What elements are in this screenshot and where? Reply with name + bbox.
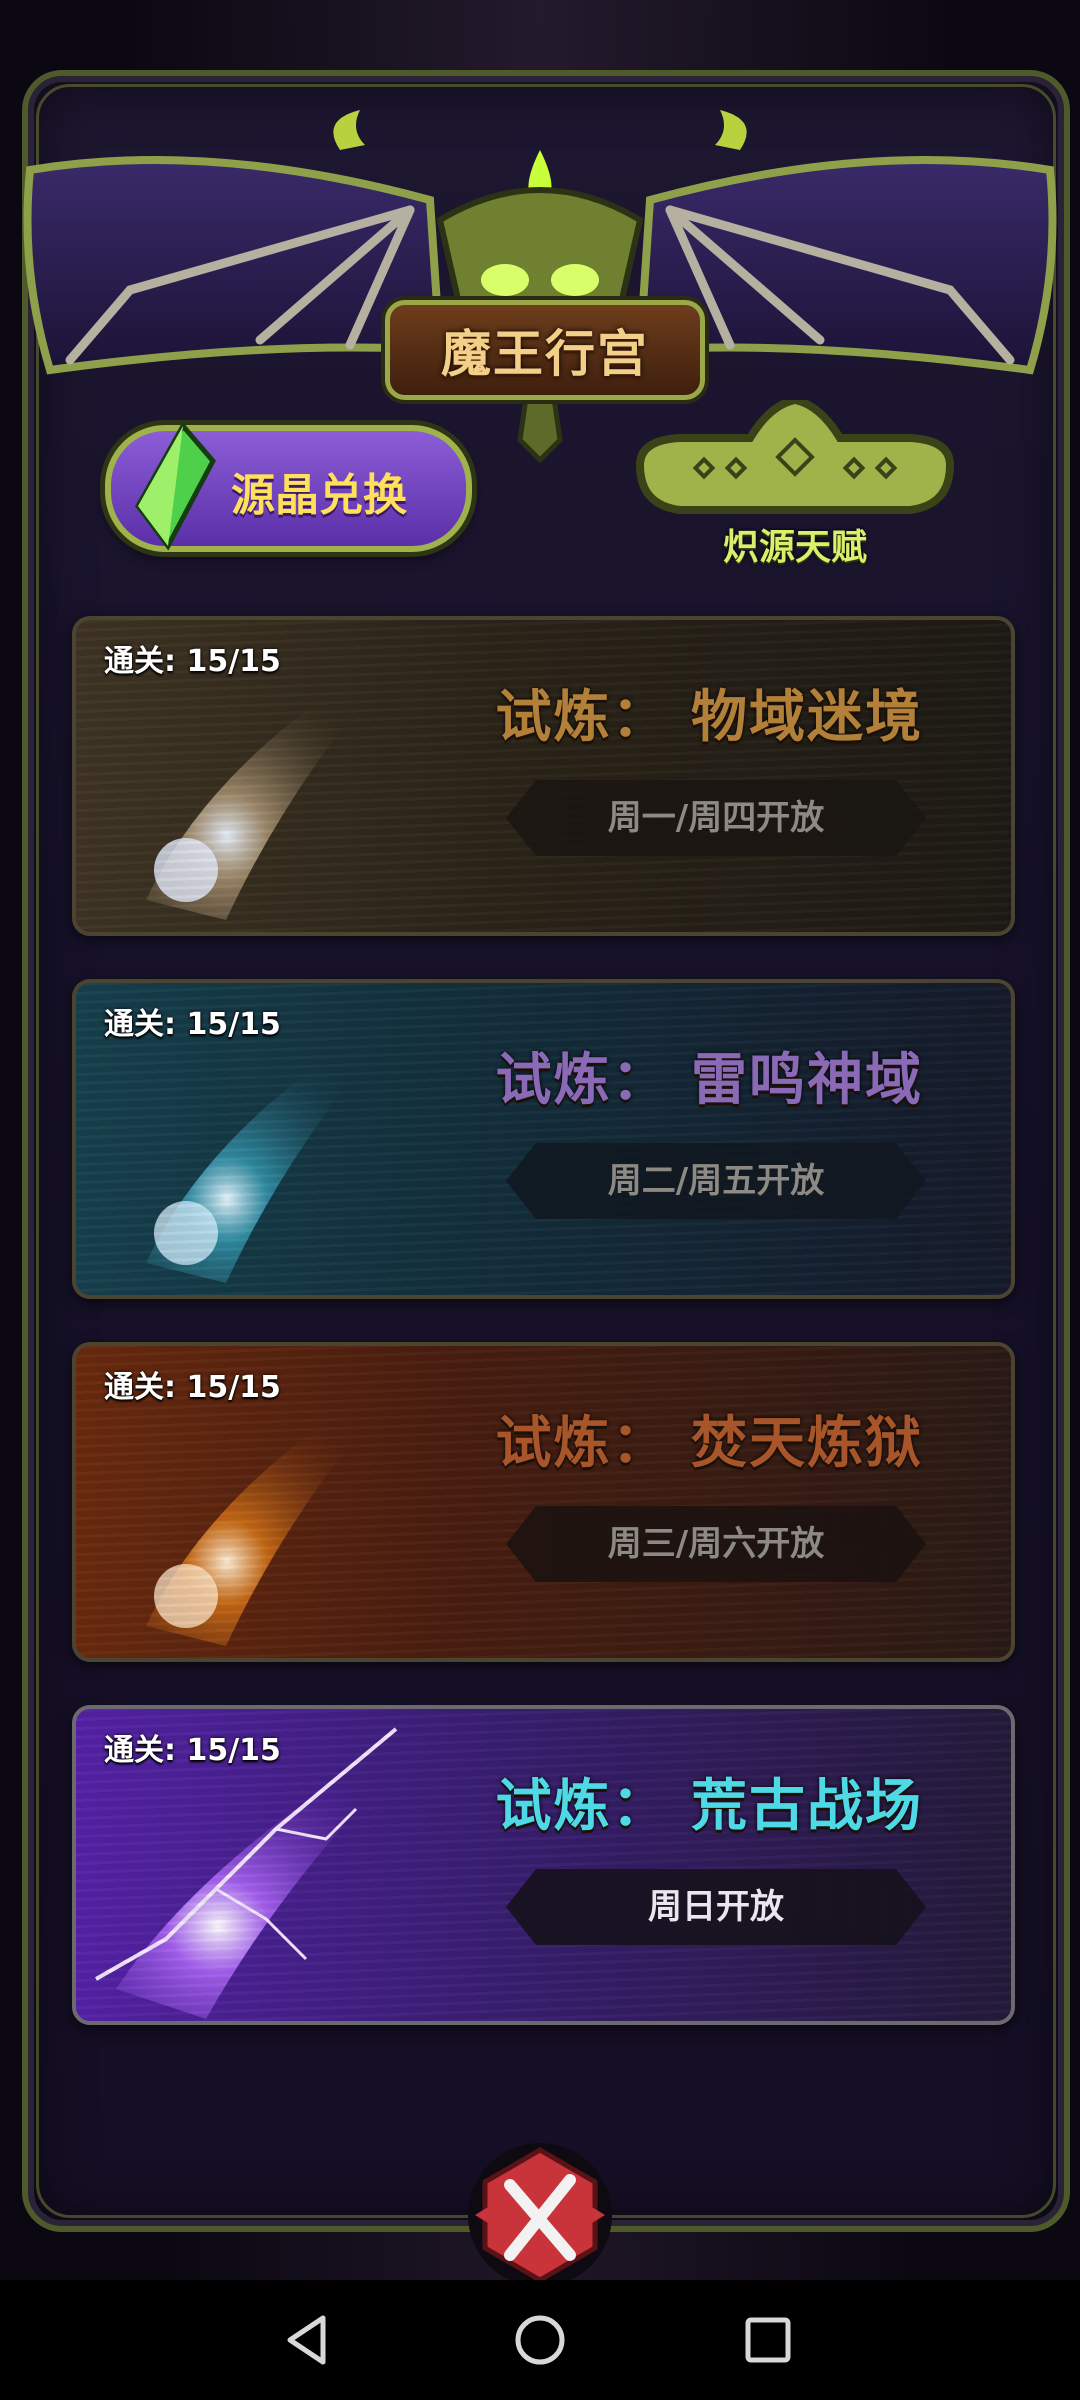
title-plate: 魔王行宫: [385, 300, 705, 400]
clear-progress: 通关: 15/15: [104, 1370, 281, 1405]
trial-title: 试炼： 物域迷境: [495, 685, 923, 750]
trial-card-2[interactable]: 通关: 15/15 试炼： 雷鸣神域 周二/周五开放: [72, 979, 1015, 1299]
schedule-banner: 周三/周六开放: [506, 1506, 926, 1582]
schedule-text: 周一/周四开放: [607, 798, 825, 838]
talent-label: 炽源天赋: [722, 527, 867, 568]
talent-plate-icon: [635, 395, 955, 514]
schedule-banner: 周二/周五开放: [506, 1143, 926, 1219]
trial-card-4[interactable]: 通关: 15/15 试炼： 荒古战场 周日开放: [72, 1705, 1015, 2025]
crystal-exchange-button[interactable]: 源晶兑换: [105, 421, 472, 552]
schedule-text: 周日开放: [648, 1887, 784, 1927]
clear-progress: 通关: 15/15: [104, 1733, 281, 1768]
trial-title: 试炼： 雷鸣神域: [495, 1048, 923, 1113]
schedule-banner: 周一/周四开放: [506, 780, 926, 856]
clear-progress: 通关: 15/15: [104, 1007, 281, 1042]
schedule-banner: 周日开放: [506, 1869, 926, 1945]
schedule-text: 周二/周五开放: [607, 1161, 825, 1201]
clear-progress: 通关: 15/15: [104, 644, 281, 679]
crystal-exchange-label: 源晶兑换: [231, 470, 407, 521]
green-crystal-icon: [135, 421, 217, 551]
trial-card-3[interactable]: 通关: 15/15 试炼： 焚天炼狱 周三/周六开放: [72, 1342, 1015, 1662]
schedule-text: 周三/周六开放: [607, 1524, 825, 1564]
trial-title: 试炼： 荒古战场: [495, 1774, 923, 1839]
close-x-icon[interactable]: [465, 2140, 615, 2290]
talent-button[interactable]: 炽源天赋: [620, 395, 970, 568]
square-recents-icon[interactable]: [738, 2310, 798, 2370]
trial-card-1[interactable]: 通关: 15/15 试炼： 物域迷境 周一/周四开放: [72, 616, 1015, 936]
triangle-back-icon[interactable]: [278, 2310, 338, 2370]
trial-title: 试炼： 焚天炼狱: [495, 1411, 923, 1476]
circle-home-icon[interactable]: [510, 2310, 570, 2370]
system-navigation-bar: [0, 2280, 1080, 2400]
page-title: 魔王行宫: [441, 325, 649, 383]
